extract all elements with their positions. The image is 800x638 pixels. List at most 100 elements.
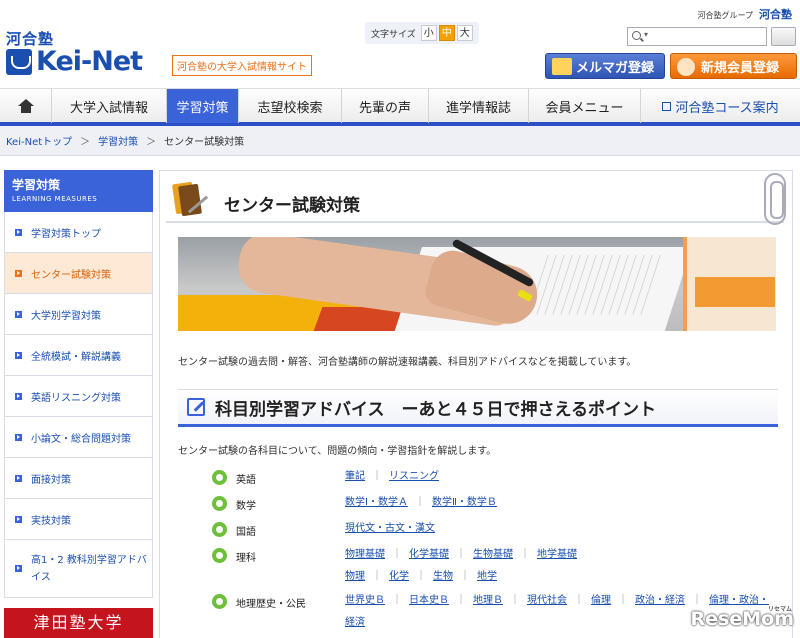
- site-header: 河合塾グループ 河合塾 河合塾 Kei-Net 河合塾の大学入試情報サイト 文字…: [0, 0, 800, 88]
- font-size-small-button[interactable]: 小: [420, 25, 437, 41]
- subject-link[interactable]: 生物: [433, 571, 453, 582]
- sidebar-title: 学習対策: [12, 178, 61, 192]
- subject-link[interactable]: 日本史Ｂ: [409, 595, 449, 606]
- global-nav: 大学入試情報 学習対策 志望校検索 先輩の声 進学情報誌 会員メニュー 河合塾コ…: [0, 88, 800, 126]
- sidebar-item-interview[interactable]: 面接対策: [4, 458, 153, 499]
- font-size-medium-button[interactable]: 中: [438, 25, 455, 41]
- breadcrumb-separator: ＞: [146, 137, 157, 148]
- subject-name: 英語: [236, 475, 256, 486]
- group-text: 河合塾グループ: [697, 11, 753, 20]
- subject-link[interactable]: 筆記: [345, 471, 365, 482]
- nav-item-school-search[interactable]: 志望校検索: [239, 89, 342, 123]
- section-header: 科目別学習アドバイス ーあと４５日で押さえるポイント: [178, 389, 778, 427]
- subject-link[interactable]: 世界史Ｂ: [345, 595, 385, 606]
- sidebar: 学習対策 LEARNING MEASURES 学習対策トップ センター試験対策 …: [4, 170, 153, 638]
- arrow-icon: [15, 269, 22, 277]
- subject-link[interactable]: 化学: [389, 571, 409, 582]
- edit-icon: [187, 398, 205, 416]
- page-title-bar: センター試験対策: [166, 173, 786, 225]
- sidebar-item-study-top[interactable]: 学習対策トップ: [4, 212, 153, 253]
- watermark-small: リセマム: [767, 606, 792, 613]
- sidebar-item-university[interactable]: 大学別学習対策: [4, 294, 153, 335]
- section-title: 科目別学習アドバイス ーあと４５日で押さえるポイント: [215, 399, 656, 420]
- font-size-large-button[interactable]: 大: [456, 25, 473, 41]
- bullet-icon: [212, 548, 227, 563]
- sidebar-item-mock-exam[interactable]: 全統模試・解説講義: [4, 335, 153, 376]
- nav-home[interactable]: [0, 89, 52, 123]
- sidebar-item-label: 高1・2 教科別学習アドバイス: [31, 554, 147, 583]
- group-label: 河合塾グループ 河合塾: [697, 6, 792, 22]
- tsuda-banner[interactable]: 津田塾大学: [4, 608, 153, 638]
- nav-item-member-menu[interactable]: 会員メニュー: [529, 89, 641, 123]
- font-size-label: 文字サイズ: [371, 29, 416, 40]
- sidebar-item-label: 英語リスニング対策: [31, 392, 121, 404]
- external-window-icon: [662, 101, 672, 111]
- search-icon: [632, 31, 641, 40]
- site-logo[interactable]: Kei-Net: [6, 46, 143, 77]
- mailmag-label: メルマガ登録: [576, 60, 655, 76]
- subject-link[interactable]: 生物基礎: [473, 549, 513, 560]
- subject-link[interactable]: 地学: [477, 571, 497, 582]
- sidebar-item-grade-advice[interactable]: 高1・2 教科別学習アドバイス: [4, 540, 153, 598]
- subject-link[interactable]: 物理基礎: [345, 549, 385, 560]
- bullet-icon: [212, 522, 227, 537]
- search-dropdown-icon[interactable]: ▾: [644, 30, 648, 39]
- subject-link[interactable]: 数学Ⅰ・数学Ａ: [345, 497, 408, 508]
- members-icon: [677, 58, 695, 76]
- site-tagline: 河合塾の大学入試情報サイト: [172, 55, 312, 76]
- section-description: センター試験の各科目について、問題の傾向・学習指針を解説します。: [178, 446, 497, 457]
- sidebar-item-label: センター試験対策: [31, 269, 111, 281]
- subject-link[interactable]: 現代文・古文・漢文: [345, 523, 435, 534]
- new-member-register-button[interactable]: 新規会員登録: [670, 53, 797, 79]
- arrow-icon: [15, 392, 22, 400]
- arrow-icon: [15, 515, 22, 523]
- books-icon: [172, 181, 209, 217]
- breadcrumb: Kei-Netトップ ＞ 学習対策 ＞ センター試験対策: [0, 126, 800, 156]
- breadcrumb-study[interactable]: 学習対策: [98, 133, 138, 148]
- subject-link[interactable]: 物理: [345, 571, 365, 582]
- arrow-icon: [15, 433, 22, 441]
- breadcrumb-top[interactable]: Kei-Netトップ: [6, 133, 72, 148]
- sidebar-header: 学習対策 LEARNING MEASURES: [4, 170, 153, 212]
- resemom-watermark: ReseMom リセマム: [691, 606, 794, 630]
- subject-name: 地理歴史・公民: [236, 599, 306, 610]
- breadcrumb-current: センター試験対策: [164, 137, 245, 148]
- bullet-icon: [212, 470, 227, 485]
- subject-name: 国語: [236, 527, 256, 538]
- sidebar-subtitle: LEARNING MEASURES: [12, 195, 98, 203]
- arrow-icon: [15, 474, 22, 482]
- sidebar-item-center-exam[interactable]: センター試験対策: [4, 253, 153, 294]
- register-label: 新規会員登録: [701, 60, 780, 76]
- nav-item-admissions[interactable]: 大学入試情報: [52, 89, 167, 123]
- sidebar-item-label: 大学別学習対策: [31, 310, 101, 322]
- search-input[interactable]: ▾: [627, 27, 767, 46]
- arrow-icon: [15, 565, 22, 572]
- main-content: センター試験対策 センター試験の過去問・解答、河合塾講師の解説速報講義、科目別ア…: [159, 170, 793, 638]
- nav-item-seniors[interactable]: 先輩の声: [342, 89, 429, 123]
- group-brand-link[interactable]: 河合塾: [759, 6, 792, 22]
- nav-item-course-guide[interactable]: 河合塾コース案内: [641, 89, 800, 123]
- mailmag-register-button[interactable]: メルマガ登録: [545, 53, 665, 79]
- nav-item-magazine[interactable]: 進学情報誌: [429, 89, 529, 123]
- logo-text: Kei-Net: [36, 46, 143, 77]
- subject-link[interactable]: 地学基礎: [537, 549, 577, 560]
- subject-link[interactable]: リスニング: [389, 471, 439, 482]
- sidebar-item-essay[interactable]: 小論文・総合問題対策: [4, 417, 153, 458]
- subject-link[interactable]: 数学Ⅱ・数学Ｂ: [432, 497, 497, 508]
- sidebar-item-practical[interactable]: 実技対策: [4, 499, 153, 540]
- font-size-switcher: 文字サイズ 小 中 大: [365, 22, 479, 44]
- intro-text: センター試験の過去問・解答、河合塾講師の解説速報講義、科目別アドバイスなどを掲載…: [178, 357, 637, 368]
- sidebar-item-listening[interactable]: 英語リスニング対策: [4, 376, 153, 417]
- subject-link[interactable]: 現代社会: [527, 595, 567, 606]
- subject-link[interactable]: 地理Ｂ: [473, 595, 503, 606]
- subject-link[interactable]: 化学基礎: [409, 549, 449, 560]
- subject-list: 英語 筆記｜リスニング 数学 数学Ⅰ・数学Ａ ｜数学Ⅱ・数学Ｂ 国語 現代文・古文…: [212, 469, 772, 634]
- nav-item-study[interactable]: 学習対策: [167, 89, 239, 123]
- arrow-icon: [15, 351, 22, 359]
- mail-icon: [552, 58, 572, 75]
- arrow-icon: [15, 310, 22, 318]
- subject-link[interactable]: 倫理: [591, 595, 611, 606]
- search-button[interactable]: [771, 27, 796, 46]
- subject-link[interactable]: 政治・経済: [635, 595, 685, 606]
- breadcrumb-separator: ＞: [80, 137, 91, 148]
